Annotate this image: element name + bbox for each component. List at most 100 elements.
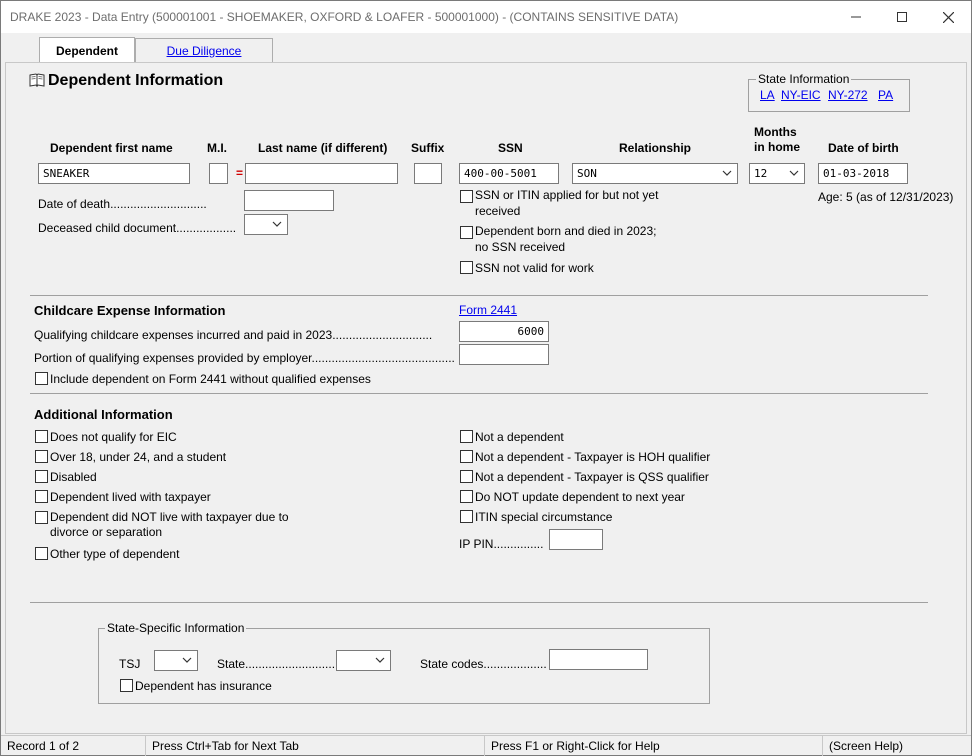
- born-died-checkbox[interactable]: [460, 226, 473, 239]
- disabled-checkbox[interactable]: [35, 470, 48, 483]
- data-entry-window: DRAKE 2023 - Data Entry (500001001 - SHO…: [0, 0, 972, 756]
- lived-with-label: Dependent lived with taxpayer: [50, 490, 211, 504]
- state-link-pa[interactable]: PA: [878, 88, 893, 102]
- state-link-la[interactable]: LA: [760, 88, 775, 102]
- tsj-label: TSJ: [119, 657, 141, 671]
- student-checkbox[interactable]: [35, 450, 48, 463]
- divider: [30, 295, 928, 296]
- months-select[interactable]: 12: [749, 163, 805, 184]
- equals-marker: =: [236, 166, 244, 180]
- include-2441-label: Include dependent on Form 2441 without q…: [50, 372, 371, 386]
- form-2441-link[interactable]: Form 2441: [459, 303, 517, 317]
- state-label: State...........................: [217, 657, 336, 671]
- tsj-select[interactable]: [154, 650, 198, 671]
- childcare-heading: Childcare Expense Information: [34, 303, 226, 318]
- qss-qualifier-checkbox[interactable]: [460, 470, 473, 483]
- other-type-label: Other type of dependent: [50, 547, 180, 561]
- relationship-select[interactable]: SON: [572, 163, 738, 184]
- tab-due-diligence[interactable]: Due Diligence: [135, 38, 273, 63]
- disabled-label: Disabled: [50, 470, 97, 484]
- minimize-icon: [851, 16, 861, 18]
- header-first-name: Dependent first name: [50, 141, 173, 155]
- months-value: 12: [754, 167, 768, 180]
- header-months-line1: Months: [754, 125, 797, 139]
- tab-dependent-label: Dependent: [55, 43, 118, 58]
- employer-expenses-label: Portion of qualifying expenses provided …: [34, 351, 455, 365]
- employer-expenses-input[interactable]: [459, 344, 549, 365]
- state-link-ny-272[interactable]: NY-272: [828, 88, 868, 102]
- not-dependent-label: Not a dependent: [475, 430, 564, 444]
- header-dob: Date of birth: [828, 141, 899, 155]
- last-name-input[interactable]: [245, 163, 398, 184]
- maximize-icon: [897, 12, 907, 22]
- qss-qualifier-label: Not a dependent - Taxpayer is QSS qualif…: [475, 470, 709, 484]
- chevron-down-icon: [375, 657, 385, 663]
- not-lived-with-label-2: divorce or separation: [50, 525, 163, 539]
- status-help: Press F1 or Right-Click for Help: [485, 736, 823, 756]
- divider: [30, 393, 928, 394]
- close-icon: [942, 11, 954, 23]
- first-name-input[interactable]: SNEAKER: [38, 163, 190, 184]
- ssn-input[interactable]: 400-00-5001: [459, 163, 559, 184]
- minimize-button[interactable]: [833, 1, 879, 33]
- tab-dependent[interactable]: Dependent: [39, 37, 135, 63]
- not-lived-with-label-1: Dependent did NOT live with taxpayer due…: [50, 510, 289, 524]
- header-mi: M.I.: [207, 141, 227, 155]
- header-relationship: Relationship: [619, 141, 692, 155]
- itin-special-label: ITIN special circumstance: [475, 510, 613, 524]
- maximize-button[interactable]: [879, 1, 925, 33]
- age-text: Age: 5 (as of 12/31/2023): [818, 190, 954, 204]
- divider: [30, 602, 928, 603]
- not-lived-with-checkbox[interactable]: [35, 511, 48, 524]
- not-dependent-checkbox[interactable]: [460, 430, 473, 443]
- ssn-applied-checkbox[interactable]: [460, 190, 473, 203]
- hoh-qualifier-label: Not a dependent - Taxpayer is HOH qualif…: [475, 450, 711, 464]
- itin-special-checkbox[interactable]: [460, 510, 473, 523]
- qualifying-expenses-label: Qualifying childcare expenses incurred a…: [34, 328, 433, 342]
- no-update-label: Do NOT update dependent to next year: [475, 490, 685, 504]
- state-specific-legend: State-Specific Information: [105, 621, 247, 635]
- suffix-input[interactable]: [414, 163, 442, 184]
- insurance-checkbox[interactable]: [120, 679, 133, 692]
- status-record: Record 1 of 2: [1, 736, 146, 756]
- include-2441-checkbox[interactable]: [35, 372, 48, 385]
- insurance-label: Dependent has insurance: [135, 679, 272, 693]
- form-content: Dependent Information State Information …: [5, 62, 967, 734]
- ssn-not-valid-label: SSN not valid for work: [475, 261, 594, 275]
- date-of-death-input[interactable]: [244, 190, 334, 211]
- no-eic-label: Does not qualify for EIC: [50, 430, 177, 444]
- page-title: Dependent Information: [48, 72, 224, 89]
- status-screen-help[interactable]: (Screen Help): [823, 736, 971, 756]
- tab-due-diligence-label: Due Diligence: [166, 44, 242, 58]
- no-update-checkbox[interactable]: [460, 490, 473, 503]
- window-title: DRAKE 2023 - Data Entry (500001001 - SHO…: [10, 10, 679, 24]
- state-link-ny-eic[interactable]: NY-EIC: [781, 88, 821, 102]
- state-codes-input[interactable]: [549, 649, 648, 670]
- ssn-applied-label-2: received: [475, 204, 521, 218]
- state-codes-label: State codes...................: [420, 657, 547, 671]
- ssn-not-valid-checkbox[interactable]: [460, 261, 473, 274]
- header-suffix: Suffix: [411, 141, 445, 155]
- mi-input[interactable]: [209, 163, 228, 184]
- no-eic-checkbox[interactable]: [35, 430, 48, 443]
- dob-input[interactable]: 01-03-2018: [818, 163, 908, 184]
- other-type-checkbox[interactable]: [35, 547, 48, 560]
- born-died-label-2: no SSN received: [475, 240, 566, 254]
- relationship-value: SON: [577, 167, 597, 180]
- qualifying-expenses-input[interactable]: 6000: [459, 321, 549, 342]
- state-select[interactable]: [336, 650, 391, 671]
- header-last-name: Last name (if different): [258, 141, 388, 155]
- born-died-label-1: Dependent born and died in 2023;: [475, 224, 657, 238]
- ip-pin-input[interactable]: [549, 529, 603, 550]
- deceased-doc-select[interactable]: [244, 214, 288, 235]
- chevron-down-icon: [272, 221, 282, 227]
- status-bar: Record 1 of 2 Press Ctrl+Tab for Next Ta…: [1, 735, 971, 756]
- close-button[interactable]: [925, 1, 971, 33]
- ssn-applied-label-1: SSN or ITIN applied for but not yet: [475, 188, 659, 202]
- ip-pin-label: IP PIN...............: [459, 537, 544, 551]
- hoh-qualifier-checkbox[interactable]: [460, 450, 473, 463]
- student-label: Over 18, under 24, and a student: [50, 450, 227, 464]
- book-icon[interactable]: [29, 73, 45, 87]
- lived-with-checkbox[interactable]: [35, 490, 48, 503]
- deceased-doc-label: Deceased child document.................…: [38, 221, 237, 235]
